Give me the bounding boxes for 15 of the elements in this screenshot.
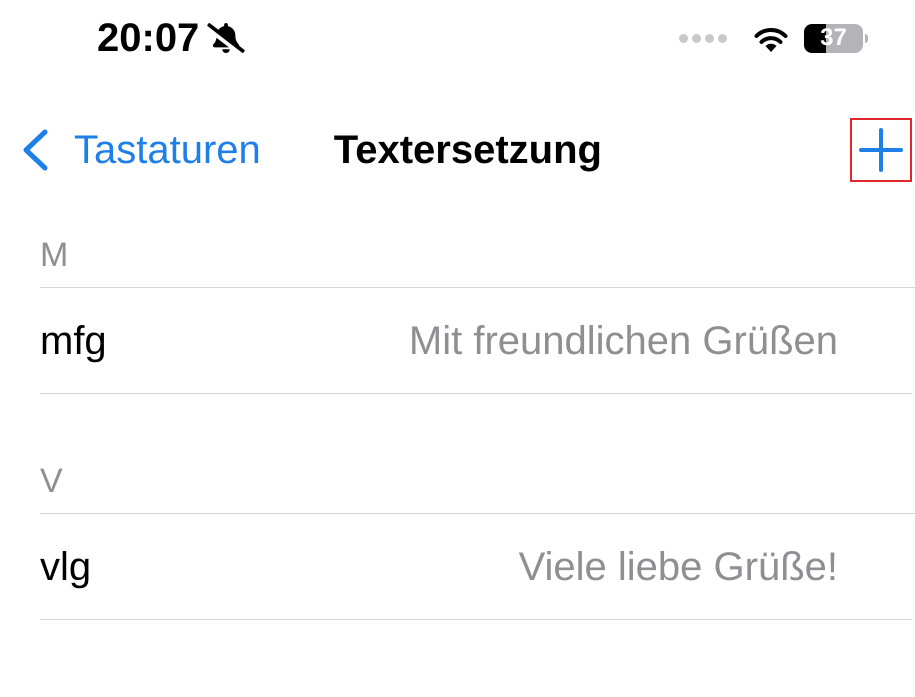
chevron-left-icon (21, 129, 49, 171)
phrase-text: Viele liebe Grüße! (518, 544, 838, 590)
battery-terminal-icon (865, 34, 868, 42)
section-header: V (40, 463, 63, 499)
plus-icon (859, 128, 903, 172)
shortcut-text: vlg (40, 544, 92, 590)
replacement-row[interactable]: vlg Viele liebe Grüße! (40, 514, 912, 620)
phrase-text: Mit freundlichen Grüßen (408, 318, 838, 364)
section-header: M (40, 237, 68, 273)
page-title: Textersetzung (334, 130, 602, 170)
clock-time: 20:07 (97, 18, 200, 58)
replacement-row[interactable]: mfg Mit freundlichen Grüßen (40, 288, 912, 394)
add-button[interactable] (850, 118, 912, 182)
shortcut-text: mfg (40, 318, 107, 364)
back-button[interactable]: Tastaturen (0, 129, 261, 171)
